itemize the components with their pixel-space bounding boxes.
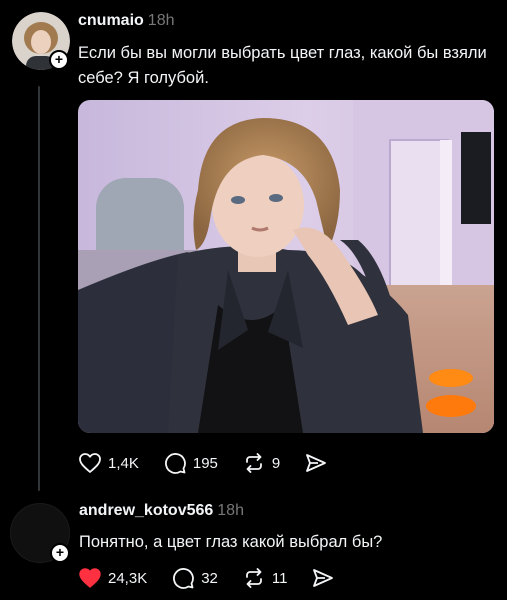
share-button[interactable] (304, 451, 334, 475)
reply-text: Понятно, а цвет глаз какой выбрал бы? (79, 533, 383, 551)
speech-bubble-icon (164, 453, 186, 474)
reply-like-count: 24,3K (108, 569, 148, 587)
heart-filled-icon (79, 568, 101, 588)
repost-icon (245, 453, 262, 473)
reply-button[interactable]: 195 (163, 451, 218, 475)
reply-count: 195 (192, 454, 218, 472)
like-button[interactable]: 1,4K (78, 452, 139, 474)
heart-outline-icon (79, 453, 101, 473)
reply-like-button[interactable]: 24,3K (78, 567, 147, 589)
post-username[interactable]: cnumaio 18h (78, 12, 175, 30)
reply-repost-count: 11 (271, 569, 288, 587)
reply-repost-button[interactable]: 11 (242, 566, 288, 590)
post-time: 18h (147, 12, 175, 29)
repost-count: 9 (271, 454, 281, 472)
reply-reply-button[interactable]: 32 (171, 566, 218, 590)
post-actions: 1,4K 195 9 (78, 451, 358, 475)
like-count: 1,4K (108, 454, 139, 472)
follow-plus-icon[interactable]: + (50, 543, 70, 563)
reply-actions: 24,3K 32 11 (78, 566, 365, 590)
repost-button[interactable]: 9 (242, 451, 280, 475)
post-text: Если бы вы могли выбрать цвет глаз, како… (78, 44, 487, 87)
reply-username-text[interactable]: andrew_kotov566 (79, 502, 213, 519)
post-photo[interactable] (78, 100, 494, 433)
reply-time: 18h (217, 502, 244, 519)
reply-author-avatar[interactable]: + (10, 503, 70, 563)
follow-plus-icon[interactable]: + (49, 50, 69, 70)
post-username-text[interactable]: cnumaio (78, 12, 144, 29)
post-author-avatar[interactable]: + (12, 12, 70, 70)
speech-bubble-icon (173, 568, 195, 589)
thread-line (38, 86, 40, 491)
send-icon (313, 569, 334, 587)
reply-reply-count: 32 (201, 569, 218, 587)
reply-username[interactable]: andrew_kotov566 18h (79, 502, 244, 520)
send-icon (306, 454, 327, 472)
reply-share-button[interactable] (311, 566, 341, 590)
repost-icon (245, 568, 262, 588)
